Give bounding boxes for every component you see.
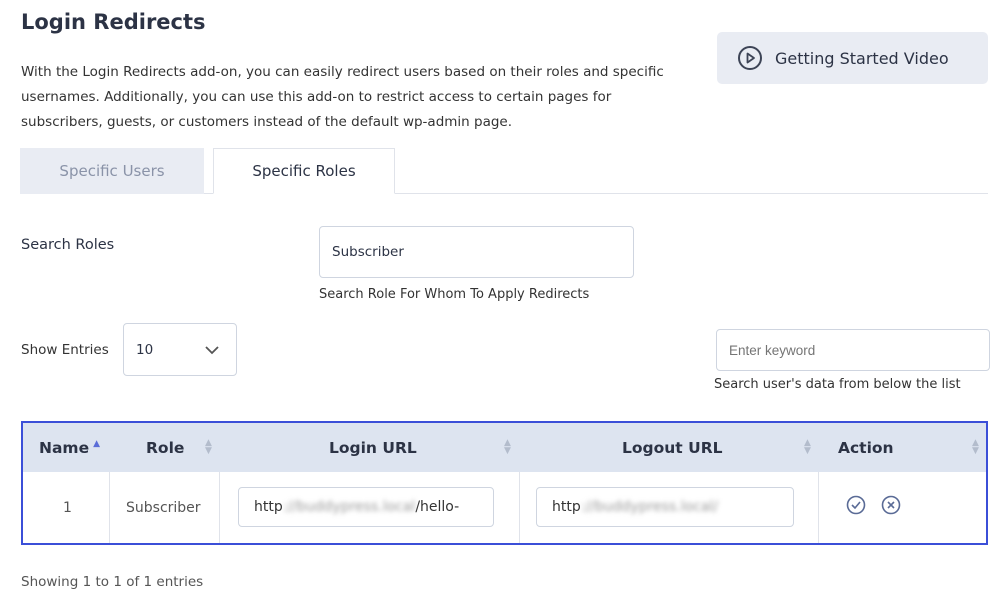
getting-started-video-button[interactable]: Getting Started Video xyxy=(717,32,988,84)
sort-asc-icon: ▲ xyxy=(93,438,101,449)
table-header: Name ▲ Role ▲ ▼ Login URL ▲ ▼ Logout URL ▲ ▼… xyxy=(23,423,986,472)
table-info: Showing 1 to 1 of 1 entries xyxy=(21,574,204,590)
blurred-domain: ://buddypress.local/ xyxy=(580,499,719,515)
page-description: With the Login Redirects add-on, you can… xyxy=(21,64,664,130)
column-divider xyxy=(109,472,110,543)
page-title: Login Redirects xyxy=(21,10,206,34)
tab-specific-roles[interactable]: Specific Roles xyxy=(213,148,395,194)
search-roles-input[interactable]: Subscriber xyxy=(319,226,634,278)
column-header-role[interactable]: Role xyxy=(146,423,184,472)
delete-x-icon[interactable] xyxy=(881,495,901,515)
blurred-domain: ://buddypress.local xyxy=(282,499,416,515)
chevron-down-icon xyxy=(205,345,219,354)
search-roles-label: Search Roles xyxy=(21,237,115,253)
column-header-login-url[interactable]: Login URL xyxy=(329,423,417,472)
sort-icon[interactable]: ▲ ▼ xyxy=(804,439,811,456)
video-button-label: Getting Started Video xyxy=(775,48,949,68)
column-divider xyxy=(519,472,520,543)
show-entries-value: 10 xyxy=(136,341,154,358)
show-entries-select[interactable]: 10 xyxy=(123,323,237,376)
keyword-search-hint: Search user's data from below the list xyxy=(714,377,961,392)
column-divider xyxy=(818,472,819,543)
column-divider xyxy=(219,472,220,543)
sort-icon[interactable]: ▲ ▼ xyxy=(205,439,212,456)
tab-specific-users[interactable]: Specific Users xyxy=(20,148,204,194)
show-entries-label: Show Entries xyxy=(21,342,109,358)
save-check-icon[interactable] xyxy=(846,495,866,515)
sort-icon[interactable]: ▲ ▼ xyxy=(504,439,511,456)
column-header-action[interactable]: Action xyxy=(838,423,894,472)
redirects-table: Name ▲ Role ▲ ▼ Login URL ▲ ▼ Logout URL ▲ ▼… xyxy=(21,421,988,545)
sort-icon[interactable]: ▲ ▼ xyxy=(972,439,979,456)
row-role: Subscriber xyxy=(126,499,201,516)
search-roles-hint: Search Role For Whom To Apply Redirects xyxy=(319,287,590,302)
column-header-logout-url[interactable]: Logout URL xyxy=(622,423,723,472)
logout-url-input[interactable]: http://buddypress.local/ xyxy=(536,487,794,527)
play-circle-icon xyxy=(738,46,762,70)
login-url-input[interactable]: http://buddypress.local/hello- xyxy=(238,487,494,527)
keyword-search-input[interactable] xyxy=(716,329,990,371)
column-header-name[interactable]: Name ▲ xyxy=(39,423,100,472)
row-name: 1 xyxy=(63,499,72,516)
